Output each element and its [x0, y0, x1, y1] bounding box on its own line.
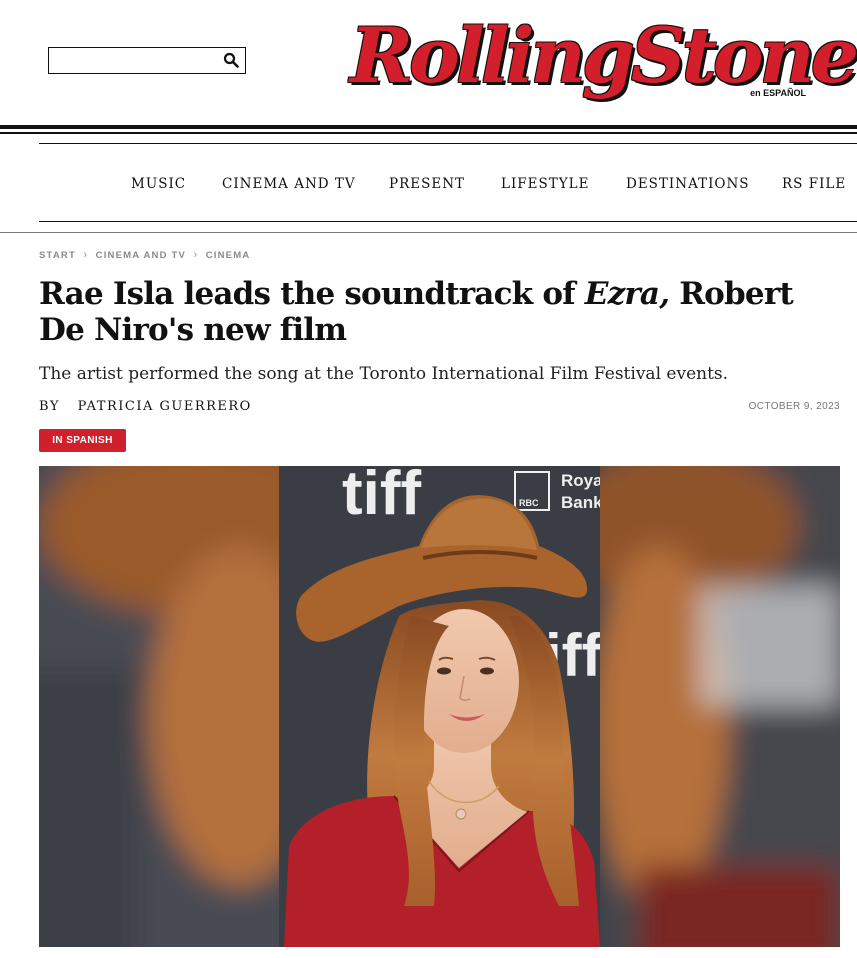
nav-item-rs-file[interactable]: RS FILE [782, 176, 846, 192]
rolling-stone-logo[interactable]: RollingStone en ESPAÑOL [350, 8, 857, 112]
language-badge[interactable]: IN SPANISH [39, 429, 126, 452]
blurred-side-right [559, 466, 840, 947]
headline-text: Rae Isla leads the soundtrack of [39, 276, 585, 312]
nav-item-present[interactable]: PRESENT [389, 176, 465, 192]
nav-item-cinema-and-tv[interactable]: CINEMA AND TV [222, 176, 356, 192]
headline-film-title: Ezra, [584, 276, 670, 312]
publish-date: OCTOBER 9, 2023 [748, 401, 840, 412]
nav-rule-bottom [39, 221, 857, 222]
nav-item-music[interactable]: MUSIC [131, 176, 186, 192]
hero-image: tiff RBC Roya Bank tiff [39, 466, 840, 947]
chevron-right-icon: › [83, 249, 89, 261]
author-link[interactable]: PATRICIA GUERRERO [78, 399, 252, 414]
header-rule-thin [0, 132, 857, 134]
search-input[interactable] [53, 51, 213, 69]
byline: BY PATRICIA GUERRERO [39, 399, 252, 414]
backdrop-tiff: tiff [342, 466, 422, 528]
header-rule-thick [0, 125, 857, 129]
article-headline: Rae Isla leads the soundtrack of Ezra, R… [39, 276, 829, 348]
backdrop-rbc: RBC [519, 498, 539, 508]
backdrop-bank: Bank [561, 493, 603, 512]
nav-item-lifestyle[interactable]: LIFESTYLE [501, 176, 590, 192]
page-rule [0, 232, 857, 233]
byline-prefix: BY [39, 399, 60, 414]
hero-illustration: tiff RBC Roya Bank tiff [39, 466, 840, 947]
breadcrumb-item-cinema-and-tv[interactable]: CINEMA AND TV [96, 250, 186, 261]
nav-rule-top [39, 143, 857, 144]
search-box[interactable] [48, 47, 246, 74]
backdrop-royal: Roya [561, 471, 603, 490]
nav-item-destinations[interactable]: DESTINATIONS [626, 176, 750, 192]
breadcrumb: START › CINEMA AND TV › CINEMA [39, 249, 250, 261]
photo-center: tiff RBC Roya Bank tiff [279, 466, 603, 947]
article-dek: The artist performed the song at the Tor… [39, 364, 729, 384]
breadcrumb-item-cinema[interactable]: CINEMA [206, 250, 251, 261]
main-nav: MUSIC CINEMA AND TV PRESENT LIFESTYLE DE… [0, 176, 857, 196]
logo-edition: en ESPAÑOL [750, 88, 806, 98]
search-icon[interactable] [223, 52, 239, 68]
breadcrumb-item-start[interactable]: START [39, 250, 76, 261]
chevron-right-icon: › [193, 249, 199, 261]
